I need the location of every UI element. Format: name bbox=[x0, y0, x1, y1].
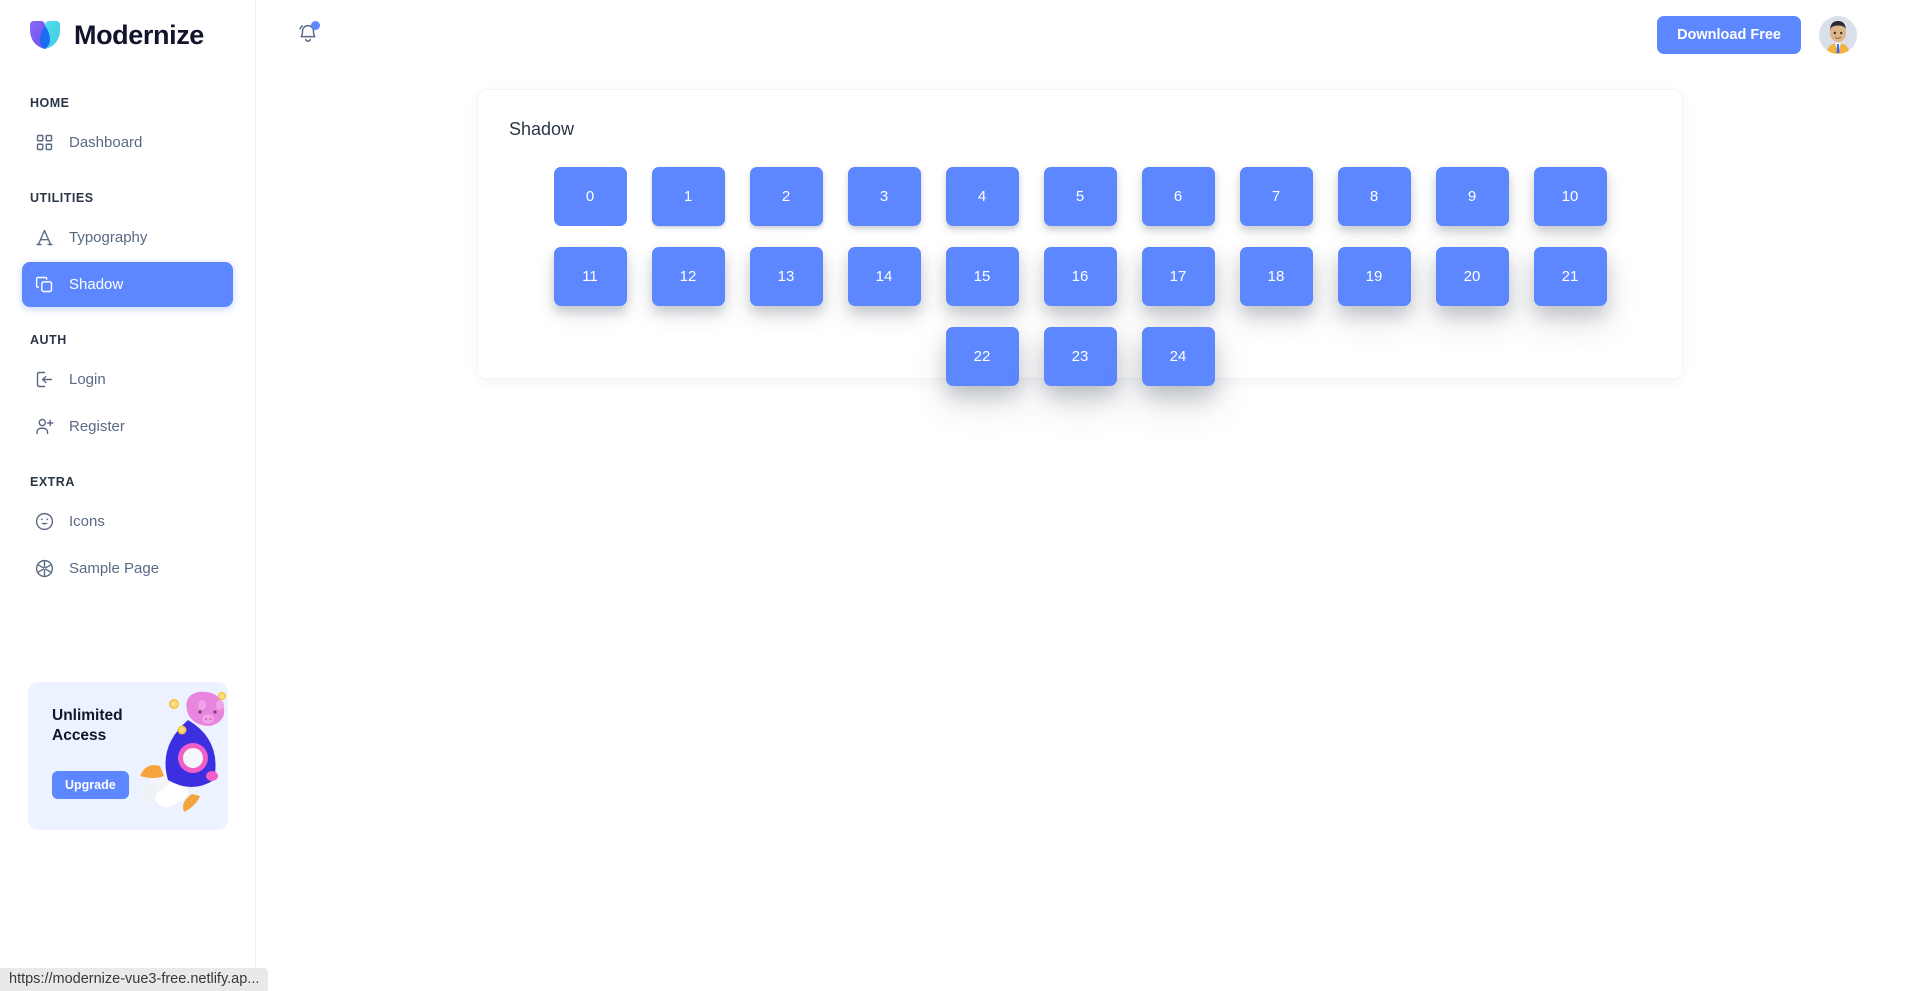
user-plus-icon bbox=[34, 416, 55, 437]
shadow-box: 9 bbox=[1435, 166, 1509, 226]
shadow-cell: 21 bbox=[1521, 236, 1619, 316]
sidebar-section-utilities: UTILITIES bbox=[30, 191, 94, 205]
shadow-cell: 10 bbox=[1521, 156, 1619, 236]
shadow-box: 2 bbox=[749, 166, 823, 226]
shadow-box: 11 bbox=[553, 246, 627, 306]
shadow-cell: 15 bbox=[933, 236, 1031, 316]
shadow-box: 14 bbox=[847, 246, 921, 306]
shadow-cell: 24 bbox=[1129, 316, 1227, 396]
sidebar-list-auth: Login Register bbox=[0, 357, 255, 449]
shadow-cell: 11 bbox=[541, 236, 639, 316]
brand-logo[interactable]: Modernize bbox=[0, 0, 255, 70]
shadow-cell: 19 bbox=[1325, 236, 1423, 316]
shadow-box: 3 bbox=[847, 166, 921, 226]
sidebar-section-home: HOME bbox=[30, 96, 70, 110]
shadow-box: 16 bbox=[1043, 246, 1117, 306]
shadow-cell: 16 bbox=[1031, 236, 1129, 316]
shadow-cell: 8 bbox=[1325, 156, 1423, 236]
shadow-box: 17 bbox=[1141, 246, 1215, 306]
sidebar-list-utilities: Typography Shadow bbox=[0, 215, 255, 307]
shadow-cell: 22 bbox=[933, 316, 1031, 396]
sidebar-section-extra: EXTRA bbox=[30, 475, 75, 489]
modernize-logo-icon bbox=[28, 20, 62, 50]
main-content: Shadow 0 1 2 3 4 5 6 7 8 9 10 11 12 13 14 15 16 17 18 19 20 2… bbox=[256, 70, 1920, 991]
sidebar-item-label: Login bbox=[69, 371, 106, 388]
status-bar-url: https://modernize-vue3-free.netlify.ap..… bbox=[0, 968, 269, 991]
sidebar-item-label: Shadow bbox=[69, 276, 124, 293]
shadow-box: 21 bbox=[1533, 246, 1607, 306]
shadow-box: 10 bbox=[1533, 166, 1607, 226]
shadow-box: 0 bbox=[553, 166, 627, 226]
shadow-cell: 18 bbox=[1227, 236, 1325, 316]
smiley-face-icon bbox=[34, 511, 55, 532]
shadow-cell: 13 bbox=[737, 236, 835, 316]
shadow-box: 8 bbox=[1337, 166, 1411, 226]
shadow-box: 20 bbox=[1435, 246, 1509, 306]
copy-layers-icon bbox=[34, 274, 55, 295]
shadow-cell: 23 bbox=[1031, 316, 1129, 396]
shadow-cell: 2 bbox=[737, 156, 835, 236]
shadow-box-grid: 0 1 2 3 4 5 6 7 8 9 10 11 12 13 14 15 16 17 18 19 20 21 22 23 24 bbox=[496, 156, 1664, 396]
sidebar-item-label: Sample Page bbox=[69, 560, 160, 577]
shadow-box: 23 bbox=[1043, 326, 1117, 386]
shadow-box: 15 bbox=[945, 246, 1019, 306]
sidebar-item-register[interactable]: Register bbox=[22, 404, 233, 449]
upgrade-button[interactable]: Upgrade bbox=[52, 771, 129, 799]
shadow-box: 1 bbox=[651, 166, 725, 226]
sidebar-list-home: Dashboard bbox=[0, 120, 255, 165]
upgrade-promo-card: Unlimited Access Upgrade bbox=[28, 682, 228, 830]
aperture-icon bbox=[34, 558, 55, 579]
shadow-box: 5 bbox=[1043, 166, 1117, 226]
notifications-button[interactable] bbox=[288, 14, 328, 54]
sidebar-item-label: Dashboard bbox=[69, 134, 143, 151]
shadow-box: 7 bbox=[1239, 166, 1313, 226]
shadow-cell: 1 bbox=[639, 156, 737, 236]
typography-a-icon bbox=[34, 227, 55, 248]
sidebar-item-login[interactable]: Login bbox=[22, 357, 233, 402]
shadow-cell: 3 bbox=[835, 156, 933, 236]
shadow-cell: 20 bbox=[1423, 236, 1521, 316]
shadow-cell: 0 bbox=[541, 156, 639, 236]
shadow-cell: 5 bbox=[1031, 156, 1129, 236]
download-free-button[interactable]: Download Free bbox=[1657, 16, 1801, 54]
sidebar-item-sample-page[interactable]: Sample Page bbox=[22, 546, 233, 591]
sidebar-item-dashboard[interactable]: Dashboard bbox=[22, 120, 233, 165]
shadow-box: 12 bbox=[651, 246, 725, 306]
shadow-box: 24 bbox=[1141, 326, 1215, 386]
shadow-cell: 12 bbox=[639, 236, 737, 316]
brand-name: Modernize bbox=[74, 19, 204, 50]
shadow-box: 22 bbox=[945, 326, 1019, 386]
shadow-box: 18 bbox=[1239, 246, 1313, 306]
shadow-card: Shadow 0 1 2 3 4 5 6 7 8 9 10 11 12 13 14 15 16 17 18 19 20 2… bbox=[478, 90, 1682, 386]
shadow-box: 19 bbox=[1337, 246, 1411, 306]
shadow-box: 4 bbox=[945, 166, 1019, 226]
login-arrow-icon bbox=[34, 369, 55, 390]
sidebar-section-auth: AUTH bbox=[30, 333, 67, 347]
sidebar-item-label: Typography bbox=[69, 229, 148, 246]
sidebar-item-label: Register bbox=[69, 418, 125, 435]
sidebar-item-icons[interactable]: Icons bbox=[22, 499, 233, 544]
shadow-cell: 14 bbox=[835, 236, 933, 316]
top-header: Download Free bbox=[256, 0, 1920, 70]
shadow-cell: 6 bbox=[1129, 156, 1227, 236]
sidebar-item-typography[interactable]: Typography bbox=[22, 215, 233, 260]
sidebar-item-shadow[interactable]: Shadow bbox=[22, 262, 233, 307]
sidebar: Modernize HOME Dashboard UTILITIES Typog… bbox=[0, 0, 256, 991]
shadow-cell: 7 bbox=[1227, 156, 1325, 236]
layout-grid-icon bbox=[34, 132, 55, 153]
sidebar-list-extra: Icons Sample Page bbox=[0, 499, 255, 591]
shadow-box: 13 bbox=[749, 246, 823, 306]
shadow-cell: 17 bbox=[1129, 236, 1227, 316]
rocket-piggy-bank-illustration bbox=[130, 688, 228, 813]
shadow-cell: 9 bbox=[1423, 156, 1521, 236]
shadow-cell: 4 bbox=[933, 156, 1031, 236]
page-title: Shadow bbox=[509, 119, 575, 139]
shadow-box: 6 bbox=[1141, 166, 1215, 226]
avatar[interactable] bbox=[1819, 16, 1857, 54]
notification-badge-dot bbox=[311, 21, 320, 30]
sidebar-item-label: Icons bbox=[69, 513, 105, 530]
